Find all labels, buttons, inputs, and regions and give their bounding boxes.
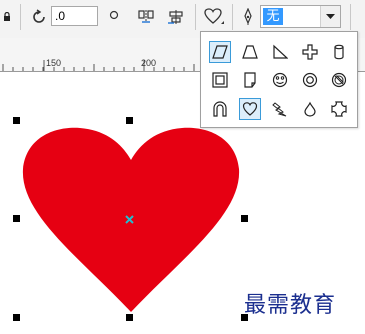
- cross-shape-icon[interactable]: [299, 41, 321, 63]
- frame-shape-icon[interactable]: [209, 69, 231, 91]
- rotate-icon: [30, 7, 48, 27]
- selection-handle[interactable]: [241, 215, 248, 222]
- basic-shapes-picker: [200, 31, 358, 128]
- selection-handle[interactable]: [13, 314, 20, 321]
- watermark-text: 最需教育: [244, 293, 337, 318]
- toolbar-separator: [232, 4, 233, 30]
- rotation-angle-input[interactable]: .0: [51, 6, 98, 26]
- center-marker: [125, 215, 134, 224]
- teardrop-shape-icon[interactable]: [299, 98, 321, 120]
- ruler-label: 200: [141, 58, 157, 68]
- smiley-shape-icon[interactable]: [269, 69, 291, 91]
- chevron-down-icon[interactable]: [320, 6, 340, 27]
- selection-handle[interactable]: [126, 117, 133, 124]
- right-triangle-shape-icon[interactable]: [269, 41, 291, 63]
- arch-shape-icon[interactable]: [209, 98, 231, 120]
- toolbar-separator: [350, 4, 351, 30]
- plaque-shape-icon[interactable]: [328, 98, 350, 120]
- lock-icon[interactable]: [2, 10, 12, 22]
- trapezoid-shape-icon[interactable]: [239, 41, 261, 63]
- folded-corner-shape-icon[interactable]: [239, 69, 261, 91]
- heart-shape-icon[interactable]: [202, 6, 226, 28]
- shape-style-combo[interactable]: 无: [260, 5, 341, 28]
- shape-style-value: 无: [263, 8, 283, 25]
- parallelogram-shape-icon[interactable]: [209, 41, 231, 63]
- toolbar-separator: [20, 4, 21, 30]
- ruler-label: 150: [46, 58, 62, 68]
- align-icon[interactable]: [166, 7, 186, 27]
- selection-handle[interactable]: [13, 215, 20, 222]
- selection-handle[interactable]: [126, 314, 133, 321]
- cylinder-shape-icon[interactable]: [328, 41, 350, 63]
- mirror-icon[interactable]: [136, 7, 156, 27]
- circle-icon[interactable]: [108, 9, 120, 21]
- no-symbol-shape-icon[interactable]: [328, 69, 350, 91]
- toolbar-separator: [195, 4, 196, 30]
- donut-shape-icon[interactable]: [299, 69, 321, 91]
- pen-icon: [240, 7, 256, 27]
- heart-shape-option-icon[interactable]: [239, 98, 261, 120]
- lightning-shape-icon[interactable]: [269, 98, 291, 120]
- selection-handle[interactable]: [13, 117, 20, 124]
